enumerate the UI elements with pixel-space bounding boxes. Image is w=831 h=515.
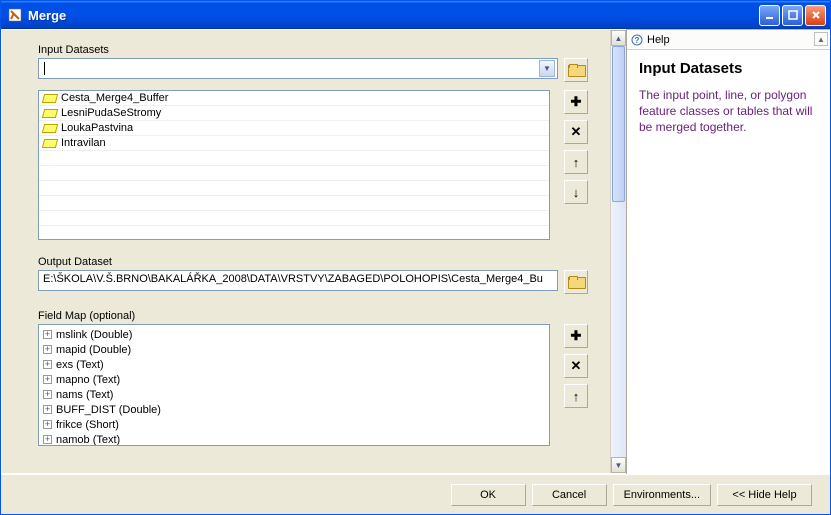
expand-icon[interactable]: + xyxy=(43,375,52,384)
cancel-button[interactable]: Cancel xyxy=(532,484,607,506)
help-icon: ? xyxy=(631,34,643,46)
arrow-up-icon: ↑ xyxy=(573,155,580,170)
output-dataset-input[interactable]: E:\ŠKOLA\V.Š.BRNO\BAKALÁŘKA_2008\DATA\VR… xyxy=(38,270,558,291)
close-button[interactable] xyxy=(805,5,826,26)
list-item xyxy=(39,226,549,240)
polygon-layer-icon xyxy=(42,94,58,103)
list-item xyxy=(39,211,549,226)
minimize-button[interactable] xyxy=(759,5,780,26)
folder-icon xyxy=(568,64,584,77)
plus-icon: ✚ xyxy=(571,94,582,110)
tree-item[interactable]: +nams (Text) xyxy=(41,387,547,402)
vertical-scrollbar[interactable]: ▲ ▼ xyxy=(610,30,626,473)
merge-dialog-window: Merge Input Datasets ▼ xyxy=(0,0,831,515)
help-text: The input point, line, or polygon featur… xyxy=(639,87,818,136)
input-datasets-list[interactable]: Cesta_Merge4_Buffer LesniPudaSeStromy Lo… xyxy=(38,90,550,240)
expand-icon[interactable]: + xyxy=(43,345,52,354)
move-down-button[interactable]: ↓ xyxy=(564,180,588,204)
tree-item[interactable]: +mapno (Text) xyxy=(41,372,547,387)
list-item xyxy=(39,166,549,181)
titlebar[interactable]: Merge xyxy=(1,1,830,29)
expand-icon[interactable]: + xyxy=(43,405,52,414)
expand-icon[interactable]: + xyxy=(43,390,52,399)
scroll-track[interactable] xyxy=(611,46,626,457)
dialog-button-row: OK Cancel Environments... << Hide Help xyxy=(1,474,830,514)
input-datasets-combo[interactable]: ▼ xyxy=(38,58,558,79)
remove-field-button[interactable]: ✕ xyxy=(564,354,588,378)
x-icon: ✕ xyxy=(571,358,582,374)
plus-icon: ✚ xyxy=(571,328,582,344)
expand-icon[interactable]: + xyxy=(43,330,52,339)
ok-button[interactable]: OK xyxy=(451,484,526,506)
help-scroll-up-icon[interactable]: ▲ xyxy=(814,32,828,46)
list-item[interactable]: LesniPudaSeStromy xyxy=(39,106,549,121)
list-item[interactable]: Cesta_Merge4_Buffer xyxy=(39,91,549,106)
field-map-label: Field Map (optional) xyxy=(38,310,588,322)
scroll-down-button[interactable]: ▼ xyxy=(611,457,626,473)
list-item[interactable]: Intravilan xyxy=(39,136,549,151)
folder-icon xyxy=(568,276,584,289)
dropdown-arrow-icon[interactable]: ▼ xyxy=(539,60,555,77)
output-dataset-label: Output Dataset xyxy=(38,256,588,268)
hide-help-button[interactable]: << Hide Help xyxy=(717,484,812,506)
tree-item[interactable]: +BUFF_DIST (Double) xyxy=(41,402,547,417)
arrow-down-icon: ↓ xyxy=(573,185,580,200)
app-icon xyxy=(7,7,23,23)
input-datasets-label: Input Datasets xyxy=(38,44,588,56)
list-item xyxy=(39,151,549,166)
expand-icon[interactable]: + xyxy=(43,360,52,369)
x-icon: ✕ xyxy=(571,124,582,140)
browse-input-button[interactable] xyxy=(564,58,588,82)
tree-item[interactable]: +exs (Text) xyxy=(41,357,547,372)
help-header: ? Help ▲ xyxy=(627,30,830,50)
tree-item[interactable]: +mslink (Double) xyxy=(41,327,547,342)
add-field-button[interactable]: ✚ xyxy=(564,324,588,348)
window-title: Merge xyxy=(28,8,759,23)
field-map-tree[interactable]: +mslink (Double) +mapid (Double) +exs (T… xyxy=(38,324,550,446)
parameters-pane: Input Datasets ▼ Cesta_Merge4_Buffer xyxy=(1,29,626,474)
scroll-up-button[interactable]: ▲ xyxy=(611,30,626,46)
expand-icon[interactable]: + xyxy=(43,420,52,429)
browse-output-button[interactable] xyxy=(564,270,588,294)
polygon-layer-icon xyxy=(42,124,58,133)
environments-button[interactable]: Environments... xyxy=(613,484,711,506)
add-item-button[interactable]: ✚ xyxy=(564,90,588,114)
text-caret xyxy=(44,62,45,75)
tree-item[interactable]: +namob (Text) xyxy=(41,432,547,446)
list-item xyxy=(39,196,549,211)
arrow-up-icon: ↑ xyxy=(573,389,580,404)
list-item xyxy=(39,181,549,196)
help-pane: ? Help ▲ Input Datasets The input point,… xyxy=(626,29,830,474)
expand-icon[interactable]: + xyxy=(43,435,52,444)
polygon-layer-icon xyxy=(42,139,58,148)
scroll-thumb[interactable] xyxy=(612,46,625,202)
tree-item[interactable]: +frikce (Short) xyxy=(41,417,547,432)
move-field-up-button[interactable]: ↑ xyxy=(564,384,588,408)
maximize-button[interactable] xyxy=(782,5,803,26)
svg-text:?: ? xyxy=(635,36,640,45)
tree-item[interactable]: +mapid (Double) xyxy=(41,342,547,357)
move-up-button[interactable]: ↑ xyxy=(564,150,588,174)
remove-item-button[interactable]: ✕ xyxy=(564,120,588,144)
polygon-layer-icon xyxy=(42,109,58,118)
list-item[interactable]: LoukaPastvina xyxy=(39,121,549,136)
help-header-label: Help xyxy=(647,34,670,46)
help-title: Input Datasets xyxy=(639,60,818,77)
